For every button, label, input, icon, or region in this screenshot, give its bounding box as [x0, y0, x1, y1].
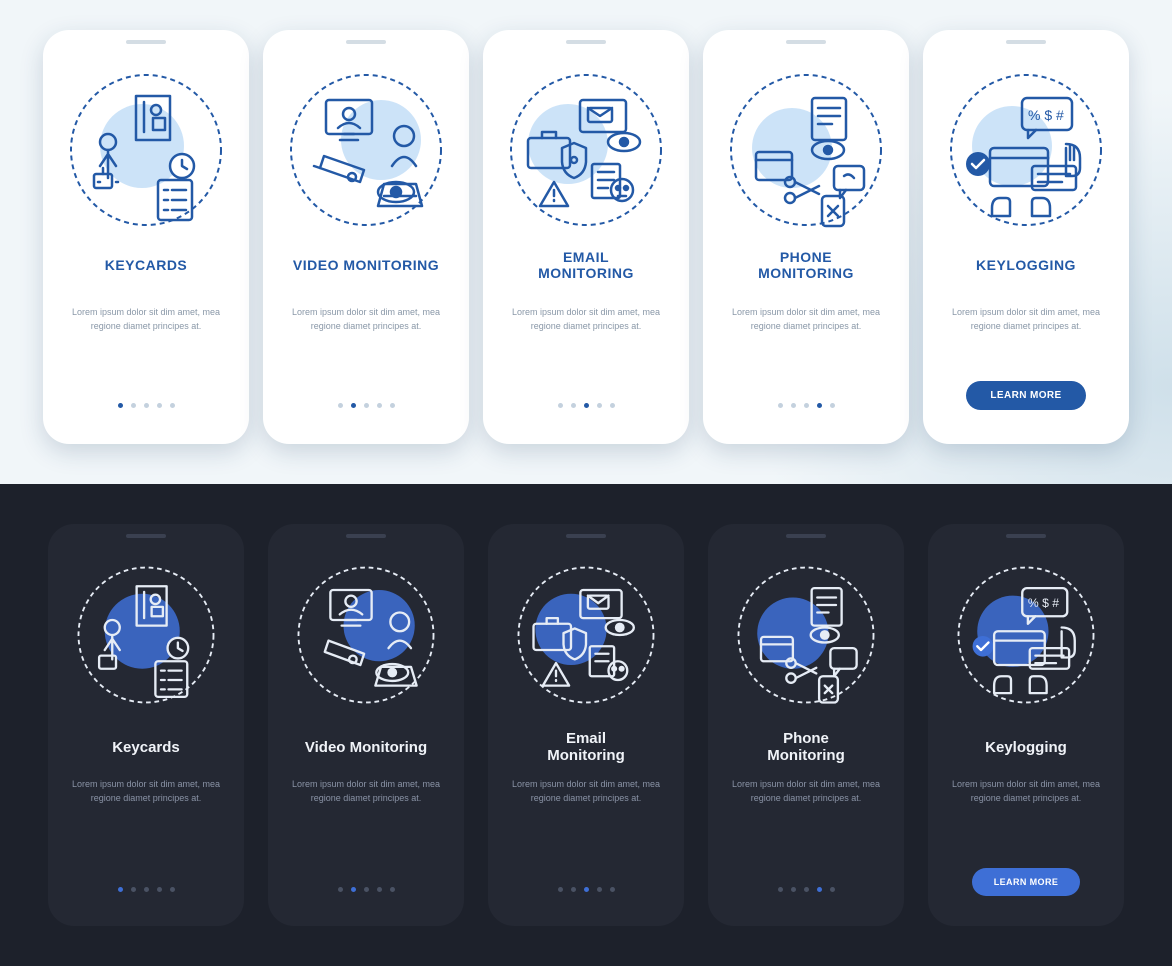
pagination-dots[interactable]	[118, 403, 175, 428]
email-monitoring-icon	[511, 560, 661, 710]
pagination-dots[interactable]	[338, 887, 395, 910]
card-title: KEYCARDS	[105, 248, 188, 282]
phone-card-phone-monitoring-dark: Phone Monitoring Lorem ipsum dolor sit d…	[708, 524, 904, 926]
card-description: Lorem ipsum dolor sit dim amet, mea regi…	[502, 778, 670, 805]
phone-card-keycards: KEYCARDS Lorem ipsum dolor sit dim amet,…	[43, 30, 249, 444]
pagination-dots[interactable]	[558, 403, 615, 428]
svg-text:% $ #: % $ #	[1028, 107, 1064, 123]
phone-card-video-monitoring: VIDEO MONITORING Lorem ipsum dolor sit d…	[263, 30, 469, 444]
card-description: Lorem ipsum dolor sit dim amet, mea regi…	[722, 778, 890, 805]
phone-monitoring-icon	[731, 560, 881, 710]
card-title: VIDEO MONITORING	[293, 248, 439, 282]
pagination-dots[interactable]	[118, 887, 175, 910]
phone-card-email-monitoring-dark: Email Monitoring Lorem ipsum dolor sit d…	[488, 524, 684, 926]
card-title: EMAIL MONITORING	[538, 248, 634, 282]
phone-card-phone-monitoring: PHONE MONITORING Lorem ipsum dolor sit d…	[703, 30, 909, 444]
card-description: Lorem ipsum dolor sit dim amet, mea regi…	[937, 306, 1115, 333]
phone-card-keylogging: % $ # KEYLOGGING	[923, 30, 1129, 444]
video-monitoring-icon	[286, 70, 446, 230]
card-description: Lorem ipsum dolor sit dim amet, mea regi…	[57, 306, 235, 333]
phone-monitoring-icon	[726, 70, 886, 230]
card-title: PHONE MONITORING	[758, 248, 854, 282]
pagination-dots[interactable]	[778, 887, 835, 910]
phone-card-keylogging-dark: % $ # Keylogging Lorem ipsum dolor sit d…	[928, 524, 1124, 926]
phone-card-keycards-dark: Keycards Lorem ipsum dolor sit dim amet,…	[48, 524, 244, 926]
learn-more-button[interactable]: LEARN MORE	[972, 868, 1081, 896]
card-title: Phone Monitoring	[767, 728, 844, 766]
card-description: Lorem ipsum dolor sit dim amet, mea regi…	[282, 778, 450, 805]
card-description: Lorem ipsum dolor sit dim amet, mea regi…	[717, 306, 895, 333]
card-description: Lorem ipsum dolor sit dim amet, mea regi…	[497, 306, 675, 333]
phone-card-video-monitoring-dark: Video Monitoring Lorem ipsum dolor sit d…	[268, 524, 464, 926]
card-description: Lorem ipsum dolor sit dim amet, mea regi…	[277, 306, 455, 333]
phone-card-email-monitoring: EMAIL MONITORING Lorem ipsum dolor sit d…	[483, 30, 689, 444]
keylogging-icon: % $ #	[951, 560, 1101, 710]
card-description: Lorem ipsum dolor sit dim amet, mea regi…	[62, 778, 230, 805]
email-monitoring-icon	[506, 70, 666, 230]
card-title: Video Monitoring	[305, 728, 427, 766]
pagination-dots[interactable]	[558, 887, 615, 910]
pagination-dots[interactable]	[338, 403, 395, 428]
card-title: Keylogging	[985, 728, 1067, 766]
card-title: Email Monitoring	[547, 728, 624, 766]
keycards-icon	[71, 560, 221, 710]
learn-more-button[interactable]: LEARN MORE	[966, 381, 1085, 410]
keylogging-icon: % $ #	[946, 70, 1106, 230]
dark-onboarding-row: Keycards Lorem ipsum dolor sit dim amet,…	[0, 484, 1172, 966]
card-description: Lorem ipsum dolor sit dim amet, mea regi…	[942, 778, 1110, 805]
video-monitoring-icon	[291, 560, 441, 710]
card-title: Keycards	[112, 728, 180, 766]
pagination-dots[interactable]	[778, 403, 835, 428]
card-title: KEYLOGGING	[976, 248, 1076, 282]
light-onboarding-row: KEYCARDS Lorem ipsum dolor sit dim amet,…	[0, 0, 1172, 484]
keycards-icon	[66, 70, 226, 230]
svg-text:% $ #: % $ #	[1028, 596, 1059, 610]
